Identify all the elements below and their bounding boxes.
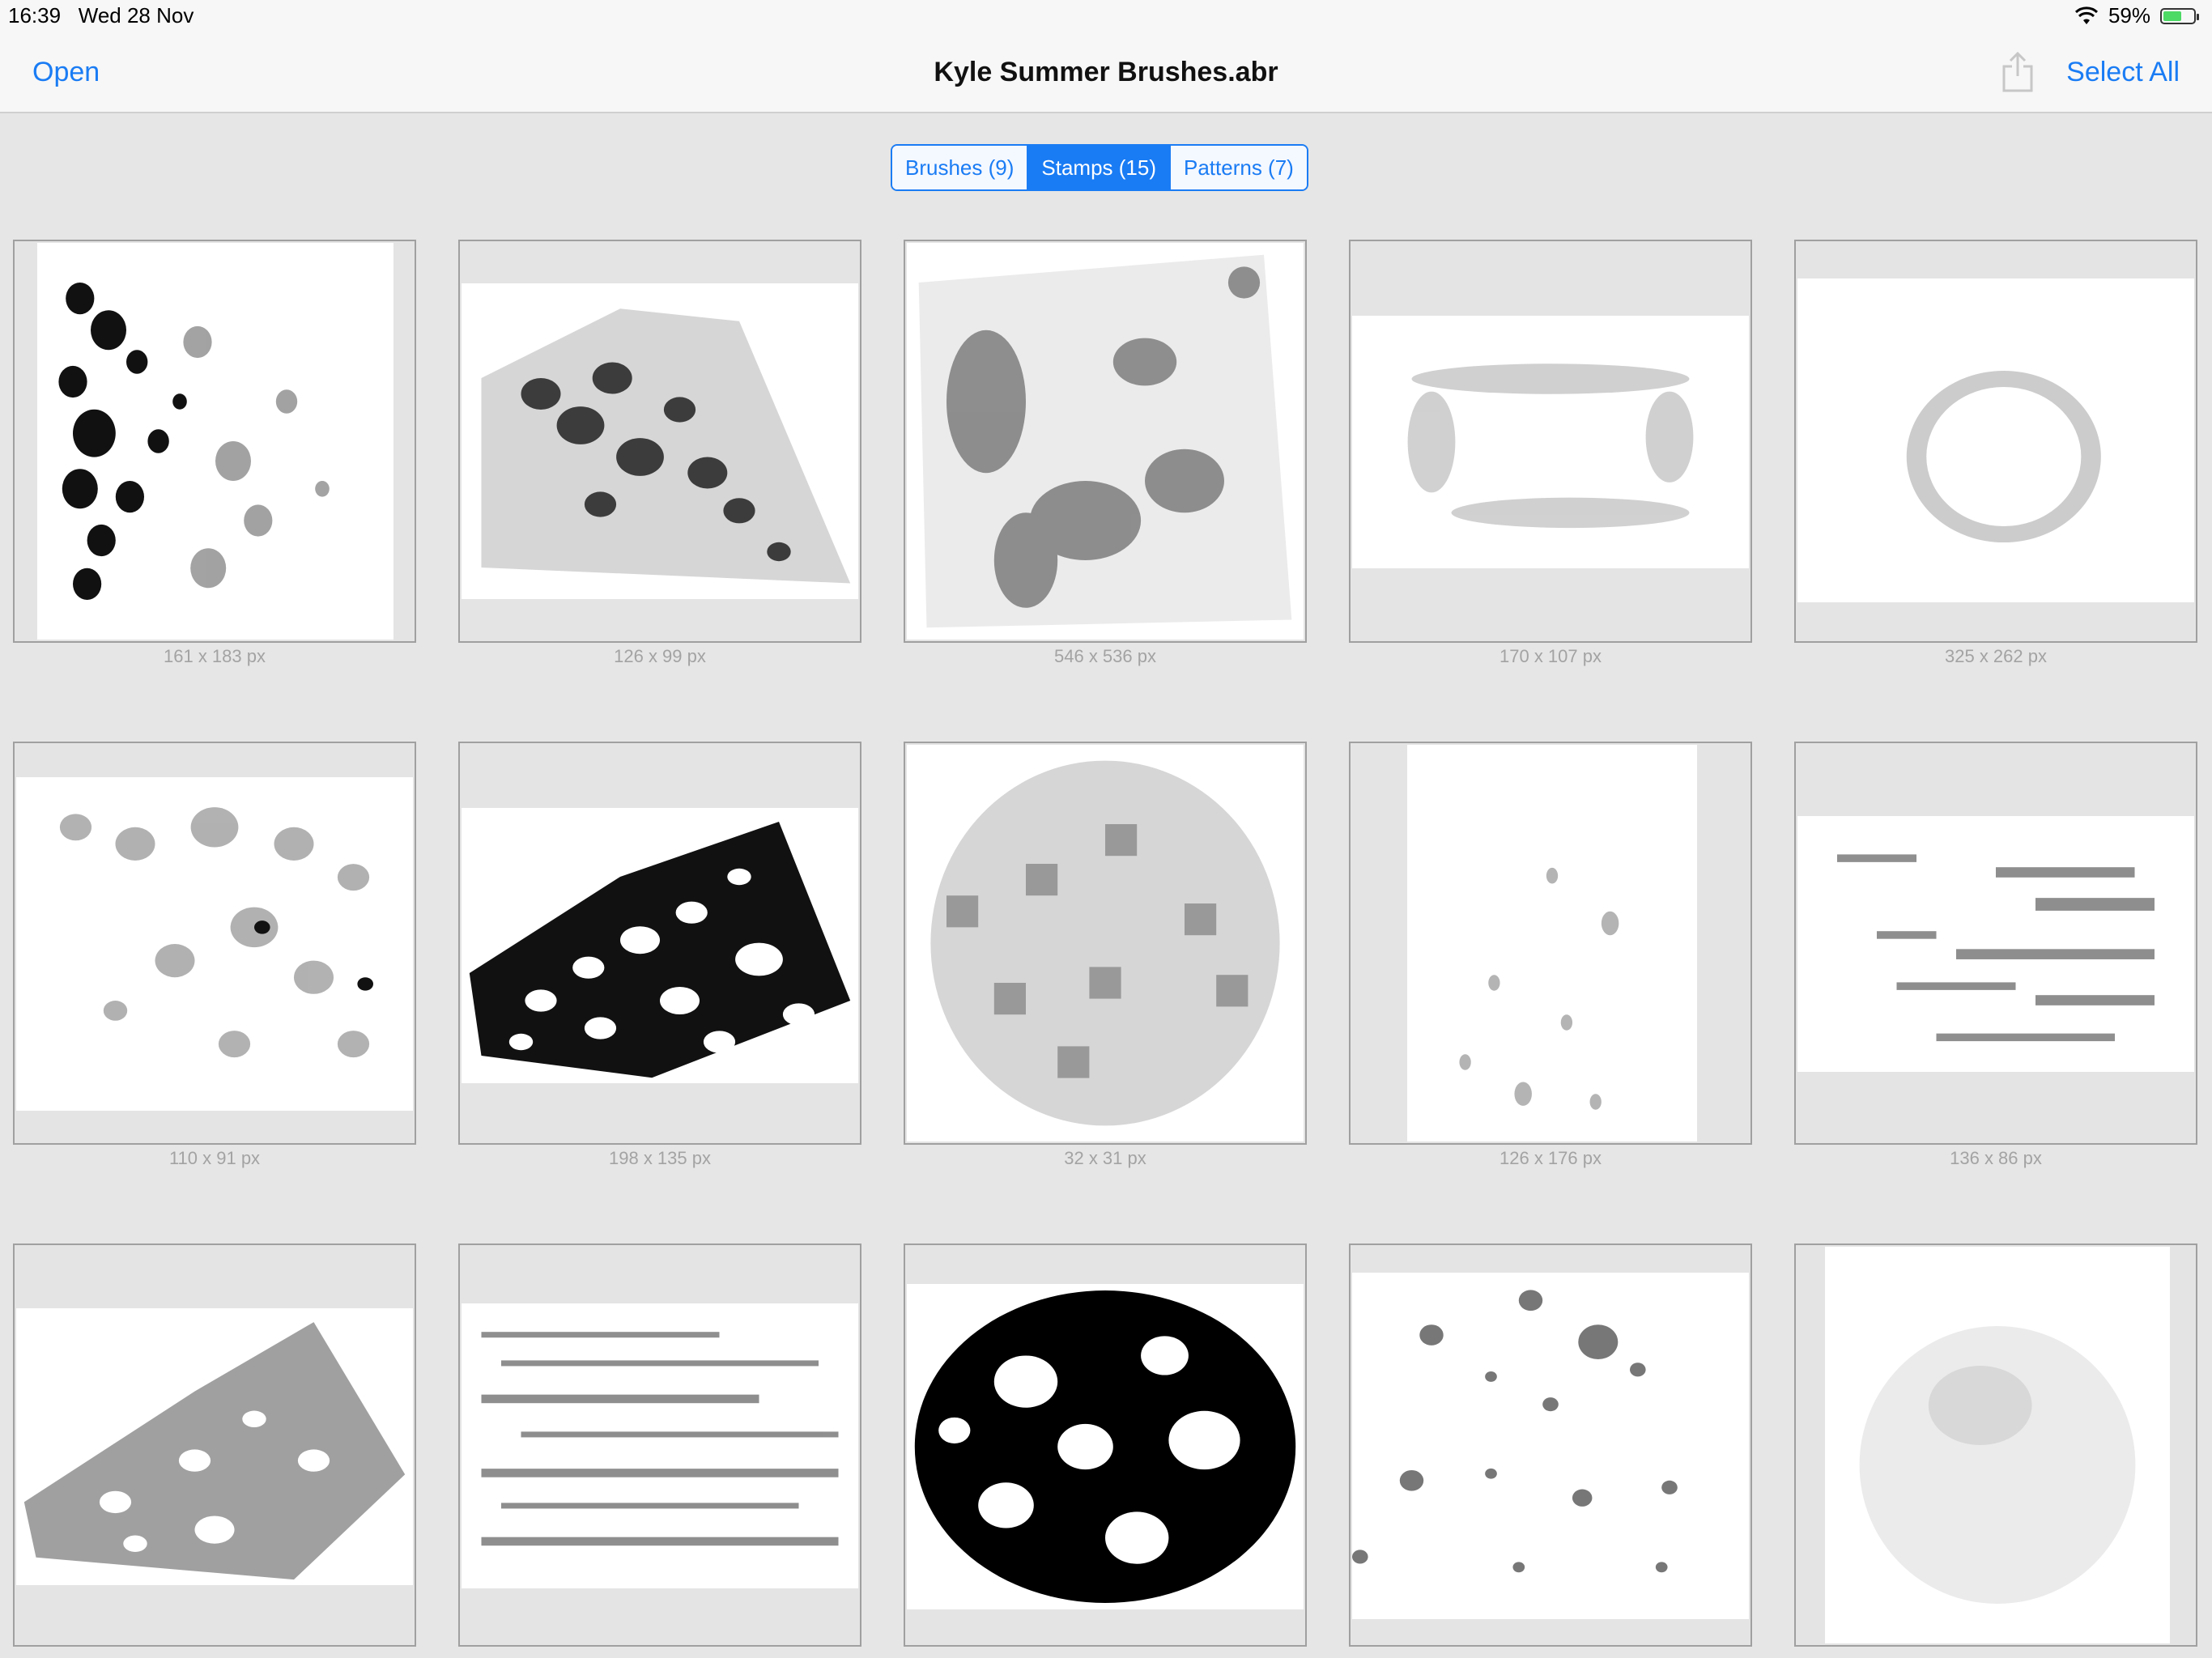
stamp-thumbnail[interactable]	[1794, 240, 2197, 643]
stamp-image	[469, 822, 851, 1078]
navigation-bar: Open Kyle Summer Brushes.abr Select All	[0, 32, 2212, 113]
stamp-image	[59, 807, 373, 1058]
stamp-size-label: 325 x 262 px	[1945, 646, 2047, 666]
stamp-image	[1859, 1326, 2136, 1604]
stamp-size-label: 546 x 536 px	[1054, 646, 1156, 666]
stamp-size-label: 161 x 183 px	[164, 646, 266, 666]
stamp-thumbnail[interactable]	[904, 742, 1307, 1145]
stamp-thumbnail[interactable]	[904, 240, 1307, 643]
select-all-button[interactable]: Select All	[2066, 57, 2180, 88]
stamp-image	[930, 760, 1280, 1126]
status-time-date: 16:39 Wed 28 Nov	[8, 3, 194, 28]
stamp-size-label: 126 x 99 px	[614, 646, 706, 666]
stamp-thumbnail[interactable]	[1349, 1244, 1752, 1647]
stamp-image	[481, 308, 851, 584]
stamp-thumbnail[interactable]	[1349, 742, 1752, 1145]
stamp-image	[1459, 867, 1619, 1110]
tab-brushes[interactable]: Brushes (9)	[892, 146, 1029, 189]
wifi-icon	[2074, 6, 2098, 24]
stamp-thumbnail[interactable]	[13, 742, 416, 1145]
stamp-thumbnail[interactable]	[13, 1244, 416, 1647]
stamp-size-label: 136 x 86 px	[1950, 1148, 2042, 1168]
page-title: Kyle Summer Brushes.abr	[934, 57, 1278, 87]
stamp-thumbnail[interactable]	[458, 1244, 861, 1647]
stamp-thumbnail[interactable]	[458, 240, 861, 643]
status-bar: 16:39 Wed 28 Nov 59%	[0, 0, 2212, 32]
share-icon[interactable]	[2001, 50, 2034, 92]
stamp-image	[1837, 854, 2155, 1042]
stamp-image	[914, 1290, 1296, 1603]
stamp-size-label: 32 x 31 px	[1064, 1148, 1146, 1168]
category-segmented-control: Brushes (9) Stamps (15) Patterns (7)	[891, 144, 1308, 191]
stamp-thumbnail[interactable]	[13, 240, 416, 643]
stamp-image	[58, 283, 330, 600]
tab-stamps[interactable]: Stamps (15)	[1028, 146, 1171, 189]
status-date: Wed 28 Nov	[78, 3, 194, 28]
stamp-size-label: 170 x 107 px	[1499, 646, 1602, 666]
stamp-thumbnail[interactable]	[1794, 742, 2197, 1145]
status-time: 16:39	[8, 3, 62, 28]
stamp-thumbnail[interactable]	[904, 1244, 1307, 1647]
stamp-image	[481, 1332, 839, 1546]
stamp-thumbnail[interactable]	[1794, 1244, 2197, 1647]
stamp-size-label: 198 x 135 px	[609, 1148, 711, 1168]
stamp-image	[918, 254, 1292, 628]
stamp-image	[1407, 363, 1694, 529]
stamp-image	[1352, 1290, 1678, 1573]
stamp-image	[1906, 371, 2101, 542]
battery-icon	[2160, 7, 2199, 24]
tab-patterns[interactable]: Patterns (7)	[1171, 146, 1307, 189]
stamp-thumbnail[interactable]	[458, 742, 861, 1145]
battery-percent: 59%	[2108, 3, 2150, 28]
stamp-size-label: 126 x 176 px	[1499, 1148, 1602, 1168]
stamp-image	[23, 1322, 406, 1580]
stamp-thumbnail[interactable]	[1349, 240, 1752, 643]
stamp-size-label: 110 x 91 px	[168, 1148, 261, 1168]
